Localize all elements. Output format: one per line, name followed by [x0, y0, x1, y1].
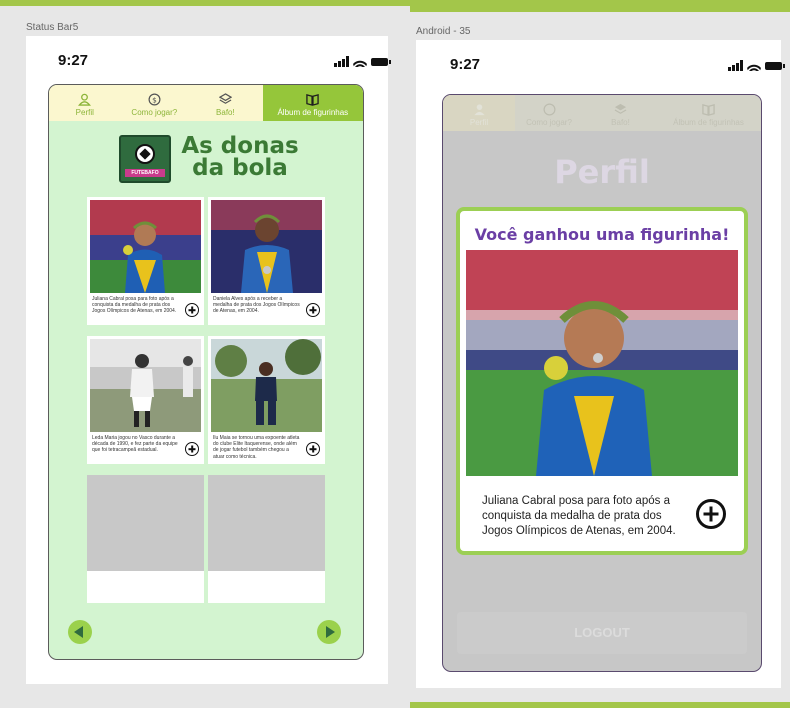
sticker-photo — [90, 200, 201, 293]
tab-label: Álbum de figurinhas — [673, 118, 744, 127]
add-sticker-button[interactable] — [185, 303, 199, 317]
sticker-caption: Juliana Cabral posa para foto após a con… — [92, 296, 177, 315]
page-title: Perfil — [554, 153, 650, 191]
status-time-left: 9:27 — [58, 52, 89, 69]
user-icon — [473, 104, 485, 116]
question-icon — [543, 103, 555, 116]
svg-text:$: $ — [152, 95, 157, 104]
next-page-button[interactable] — [317, 620, 341, 644]
tab-label: Perfil — [469, 118, 489, 127]
status-icons-right — [728, 60, 785, 71]
sticker-photo — [211, 200, 322, 293]
tab-bafo[interactable]: Bafo! — [188, 85, 263, 121]
layers-icon — [614, 103, 627, 114]
user-icon — [78, 93, 92, 106]
artboard-label-right: Android - 35 — [416, 26, 471, 37]
album-title-line2: da bola — [192, 155, 288, 181]
tab-album-figurinhas[interactable]: Álbum de figurinhas — [262, 85, 363, 121]
previous-page-button[interactable] — [68, 620, 92, 644]
empty-slot-placeholder — [87, 475, 204, 571]
sticker-slot-empty[interactable] — [208, 475, 325, 603]
sticker-card-juliana[interactable]: Juliana Cabral posa para foto após a con… — [87, 197, 204, 325]
sticker-caption: Ilu Maia se tornou uma expoente atleta d… — [213, 435, 300, 460]
sticker-won-modal: Você ganhou uma figurinha! Juliana Cabra… — [456, 207, 748, 555]
album-title-line1: As donas — [181, 133, 299, 159]
sticker-card-daniela[interactable]: Daniela Alves após a receber a medalha d… — [208, 197, 325, 325]
tab-como-jogar[interactable]: $ Como jogar? — [121, 85, 189, 121]
sticker-card-leda[interactable]: Leda Maria jogou no Vasco durante a déca… — [87, 336, 204, 464]
artboard-label-left: Status Bar5 — [26, 22, 79, 33]
book-icon — [702, 104, 715, 116]
modal-title: Você ganhou uma figurinha! — [474, 225, 730, 244]
sticker-card-ilu[interactable]: Ilu Maia se tornou uma expoente atleta d… — [208, 336, 325, 464]
soccer-ball-icon — [135, 144, 155, 164]
album-title: As donas da bola — [181, 133, 299, 181]
wifi-icon — [353, 56, 367, 67]
add-sticker-button[interactable] — [306, 442, 320, 456]
tab-label: Álbum de figurinhas — [277, 108, 349, 117]
status-icons-left — [334, 56, 391, 67]
tab-label: Bafo! — [611, 118, 630, 127]
album-screen: Perfil $ Como jogar? Bafo! Álbum de figu… — [48, 84, 364, 660]
wifi-icon — [747, 60, 761, 71]
tab-bafo[interactable]: Bafo! — [583, 95, 658, 131]
sticker-photo — [211, 339, 322, 432]
tab-label: Como jogar? — [131, 108, 178, 117]
tab-perfil[interactable]: Perfil — [443, 95, 515, 131]
tab-perfil[interactable]: Perfil — [49, 85, 121, 121]
sticker-slot-empty[interactable] — [87, 475, 204, 603]
add-sticker-button[interactable] — [185, 442, 199, 456]
status-time-right: 9:27 — [450, 56, 481, 73]
tab-bar: Perfil $ Como jogar? Bafo! Álbum de figu… — [49, 85, 363, 121]
book-icon — [306, 94, 320, 106]
logo-text: FUTEBAFO — [125, 169, 165, 177]
tab-como-jogar[interactable]: Como jogar? — [515, 95, 583, 131]
battery-icon — [371, 57, 391, 66]
tab-label: Como jogar? — [526, 118, 572, 127]
add-sticker-button[interactable] — [696, 499, 726, 529]
tab-label: Bafo! — [216, 108, 235, 117]
logout-button[interactable]: LOGOUT — [457, 612, 747, 654]
empty-slot-placeholder — [208, 475, 325, 571]
modal-caption: Juliana Cabral posa para foto após a con… — [482, 495, 676, 537]
tab-label: Perfil — [75, 108, 94, 117]
futebafo-logo: FUTEBAFO — [119, 135, 171, 183]
add-sticker-button[interactable] — [306, 303, 320, 317]
sticker-caption: Leda Maria jogou no Vasco durante a déca… — [92, 435, 178, 454]
tab-album-figurinhas[interactable]: Álbum de figurinhas — [658, 95, 759, 131]
sticker-photo — [466, 250, 738, 476]
signal-icon — [334, 56, 349, 67]
layers-icon — [218, 93, 232, 104]
tab-bar: Perfil Como jogar? Bafo! Álbum de figuri… — [443, 95, 761, 131]
question-icon: $ — [148, 93, 161, 106]
sticker-photo — [90, 339, 201, 432]
signal-icon — [728, 60, 743, 71]
sticker-caption: Daniela Alves após a receber a medalha d… — [213, 296, 300, 315]
battery-icon — [765, 61, 785, 70]
